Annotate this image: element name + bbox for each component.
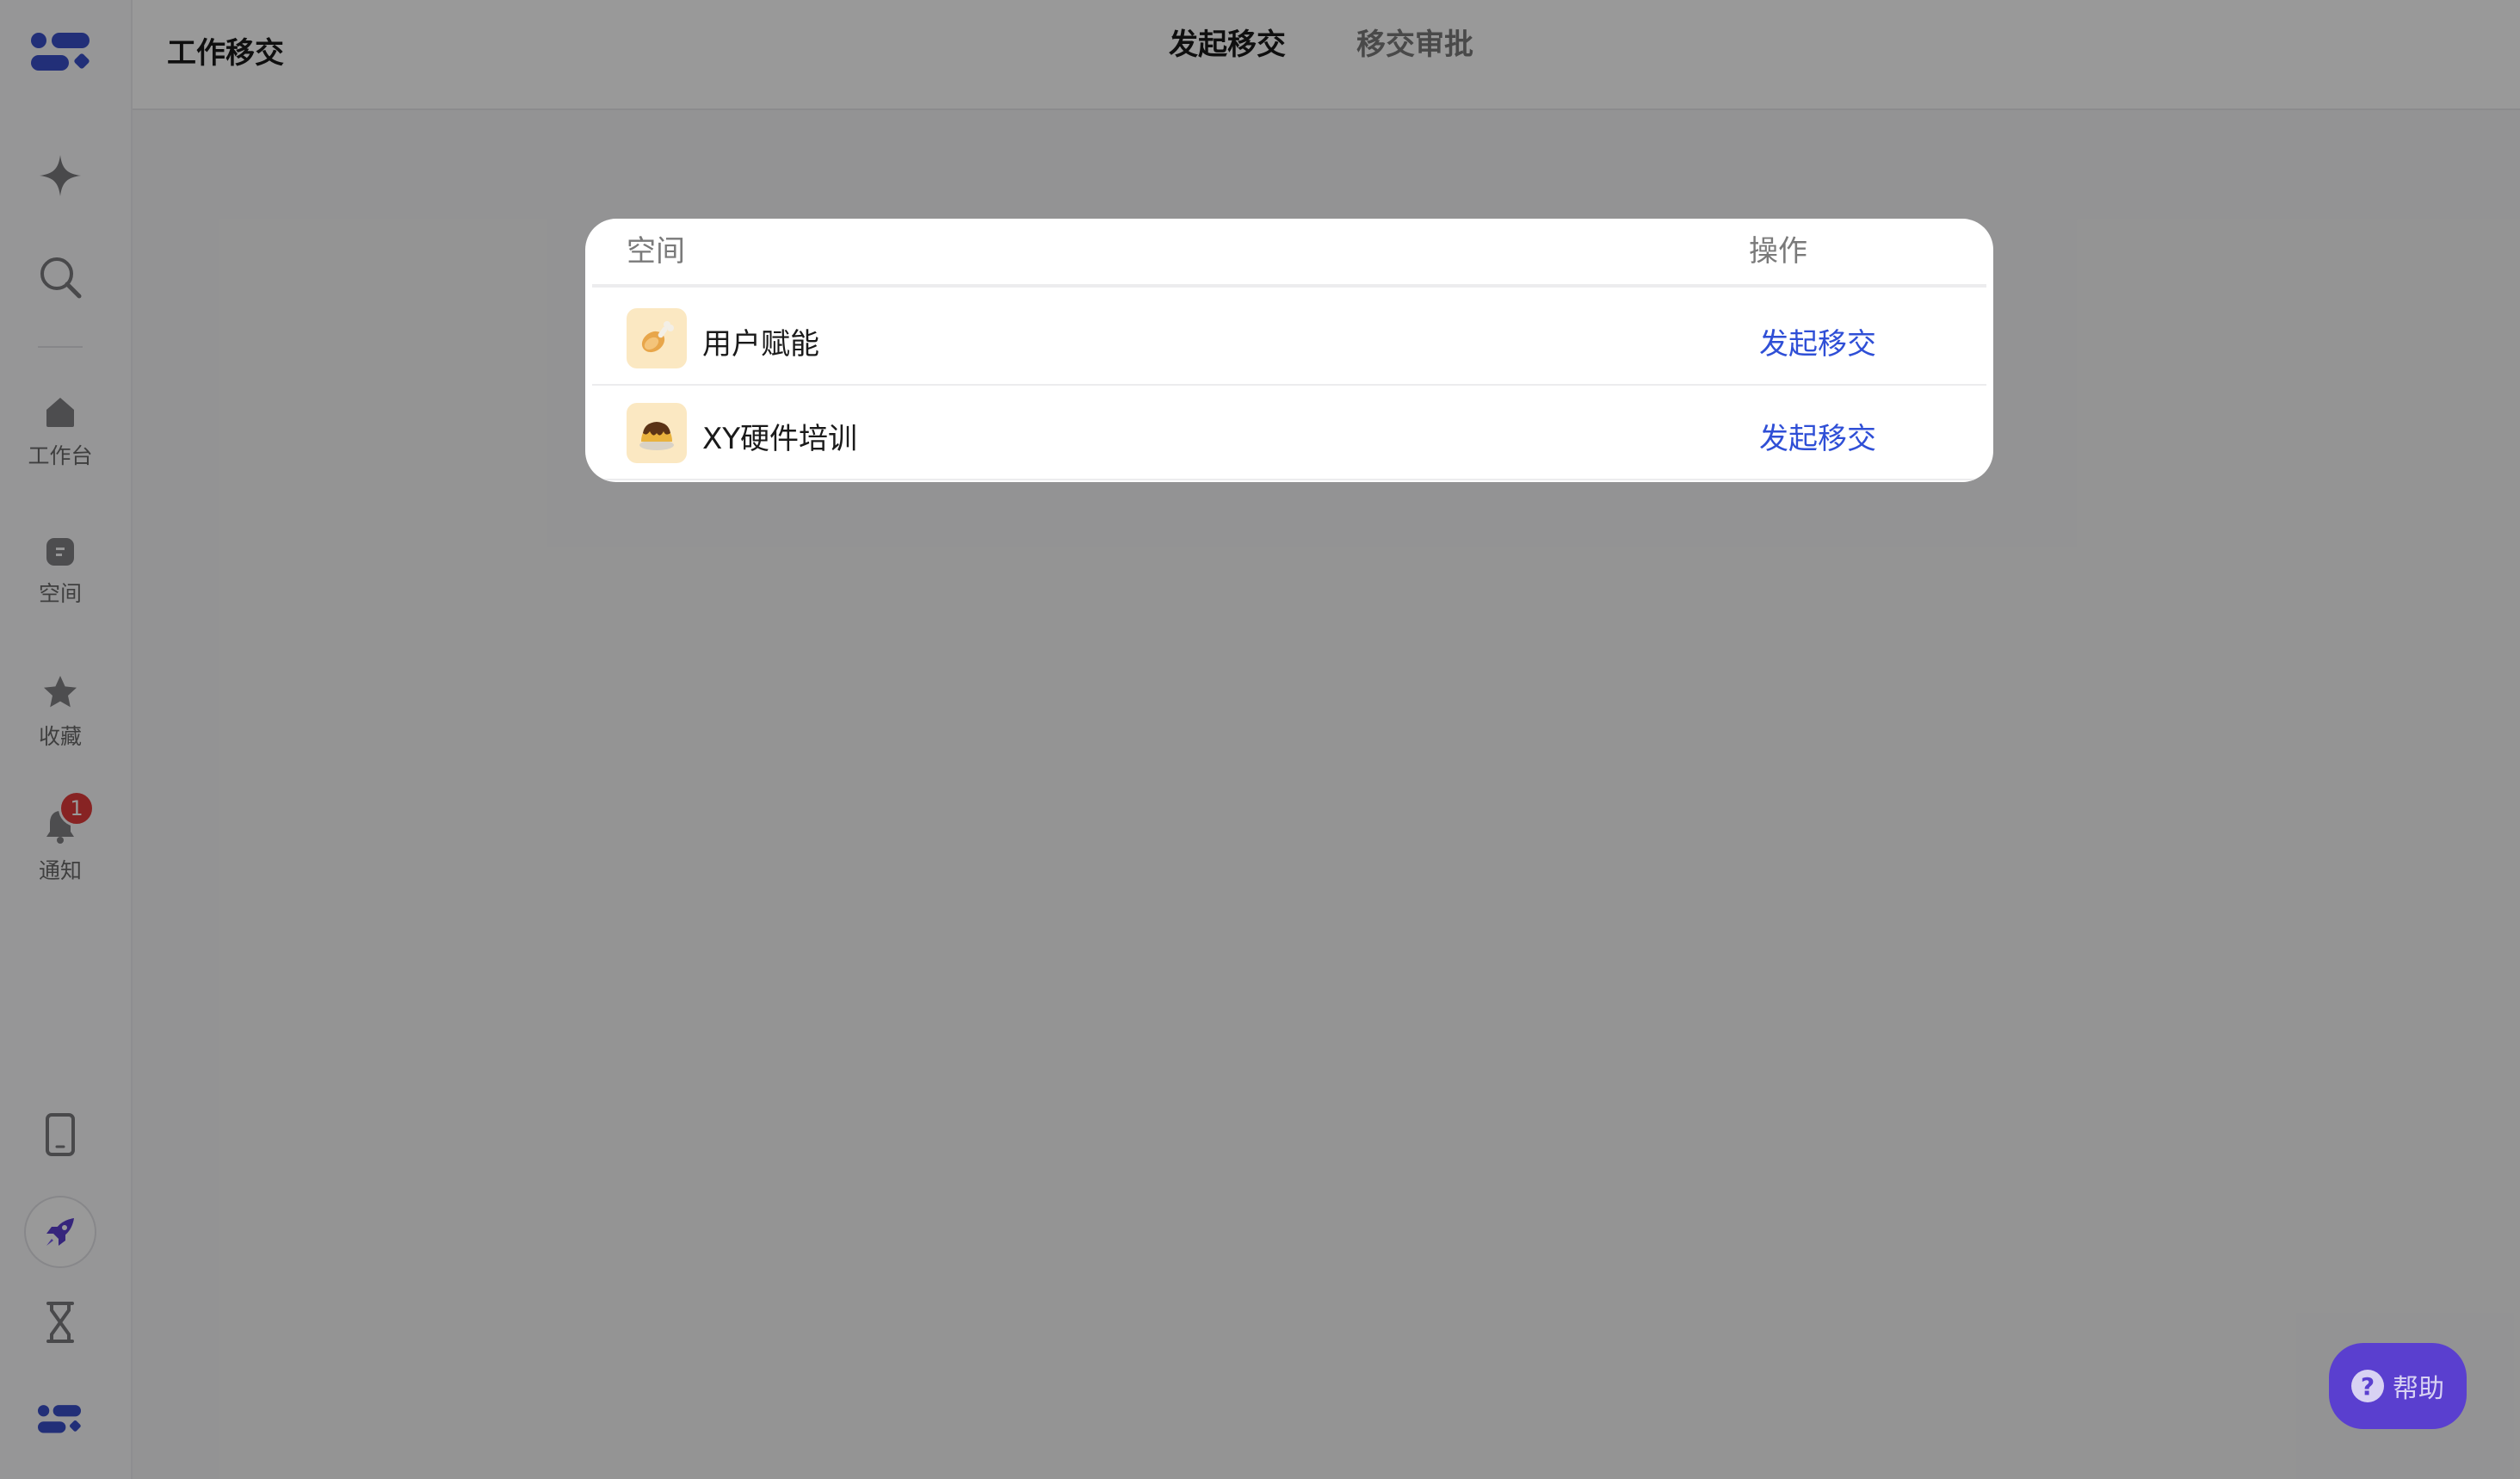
help-button[interactable]: ? 帮助 (2329, 1343, 2467, 1429)
space-transfer-modal: 空间 操作 用户赋能 发起移交 XY硬件培训 发起移交 (585, 219, 1993, 482)
column-header-space: 空间 (627, 234, 685, 269)
table-row: 用户赋能 发起移交 (592, 291, 1986, 386)
chicken-leg-icon (627, 308, 687, 368)
space-name: 用户赋能 (702, 327, 819, 362)
help-label: 帮助 (2393, 1374, 2444, 1404)
column-header-action: 操作 (1749, 234, 1807, 269)
question-icon: ? (2351, 1370, 2384, 1402)
initiate-transfer-link[interactable]: 发起移交 (1759, 415, 1876, 457)
pudding-icon (627, 403, 687, 463)
table-row: XY硬件培训 发起移交 (592, 386, 1986, 480)
space-name: XY硬件培训 (702, 422, 858, 456)
initiate-transfer-link[interactable]: 发起移交 (1759, 320, 1876, 362)
table-header: 空间 操作 (592, 219, 1986, 288)
